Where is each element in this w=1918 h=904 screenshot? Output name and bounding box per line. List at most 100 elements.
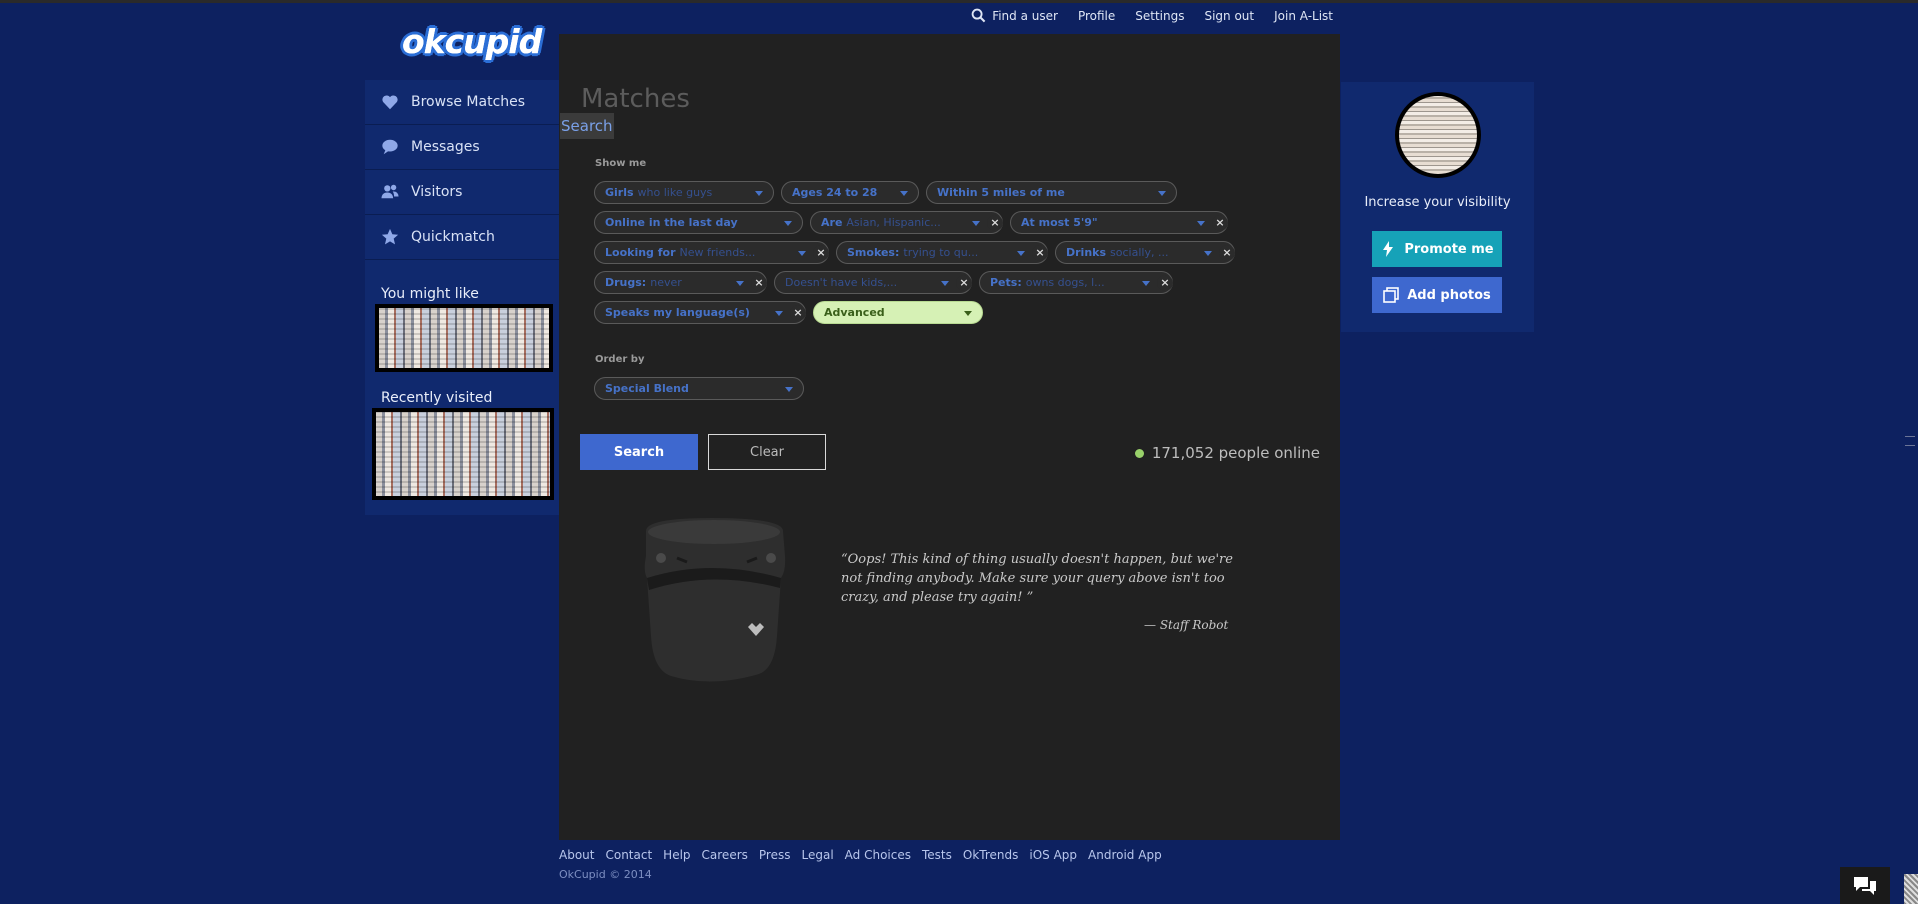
sidebar-item-label: Messages bbox=[411, 139, 480, 155]
filter-drinks[interactable]: Drinks socially, ... × bbox=[1055, 241, 1235, 264]
filter-distance[interactable]: Within 5 miles of me bbox=[926, 181, 1177, 204]
recently-visited-thumbnail[interactable] bbox=[372, 408, 554, 500]
order-by-select[interactable]: Special Blend bbox=[594, 377, 804, 400]
promote-me-label: Promote me bbox=[1404, 241, 1494, 257]
you-might-like-thumbnail[interactable] bbox=[375, 304, 553, 372]
find-user-link[interactable]: Find a user bbox=[971, 8, 1058, 23]
scrollbar-grip[interactable] bbox=[1905, 436, 1915, 446]
robot-quote: “Oops! This kind of thing usually doesn'… bbox=[841, 552, 1233, 605]
remove-filter-icon[interactable]: × bbox=[1212, 215, 1228, 231]
filter-key: Advanced bbox=[824, 306, 885, 319]
sidebar-item-browse-matches[interactable]: Browse Matches bbox=[365, 80, 559, 125]
caret-down-icon bbox=[1158, 191, 1166, 196]
filter-language[interactable]: Speaks my language(s) × bbox=[594, 301, 806, 324]
show-me-label: Show me bbox=[595, 158, 647, 169]
filter-value: Asian, Hispanic... bbox=[846, 216, 941, 229]
page-title: Matches bbox=[581, 84, 690, 114]
main-panel: Matches Search Show me Girls who like guy… bbox=[559, 34, 1340, 840]
okcupid-logo[interactable]: okcupid bbox=[402, 22, 542, 61]
footer-link-tests[interactable]: Tests bbox=[922, 848, 952, 862]
quote-author: — Staff Robot bbox=[1144, 618, 1229, 632]
footer-link-about[interactable]: About bbox=[559, 848, 594, 862]
filter-key: Drinks bbox=[1066, 246, 1107, 259]
caret-down-icon bbox=[784, 221, 792, 226]
profile-link[interactable]: Profile bbox=[1078, 9, 1115, 23]
remove-filter-icon[interactable]: × bbox=[790, 305, 806, 321]
filter-looking-for[interactable]: Looking for New friends... × bbox=[594, 241, 829, 264]
filter-key: Within 5 miles of me bbox=[937, 186, 1065, 199]
avatar[interactable] bbox=[1395, 92, 1481, 178]
promote-me-button[interactable]: Promote me bbox=[1372, 231, 1502, 267]
sign-out-link[interactable]: Sign out bbox=[1204, 9, 1254, 23]
remove-filter-icon[interactable]: × bbox=[813, 245, 829, 261]
filter-value: never bbox=[650, 276, 682, 289]
filter-row: Drugs: never × Doesn't have kids,... × Pets… bbox=[594, 271, 1294, 294]
filter-gender[interactable]: Girls who like guys bbox=[594, 181, 774, 204]
sidebar-item-messages[interactable]: Messages bbox=[365, 125, 559, 170]
caret-down-icon bbox=[775, 311, 783, 316]
settings-link[interactable]: Settings bbox=[1135, 9, 1184, 23]
filter-smokes[interactable]: Smokes: trying to qu... × bbox=[836, 241, 1048, 264]
remove-filter-icon[interactable]: × bbox=[1219, 245, 1235, 261]
caret-down-icon bbox=[972, 221, 980, 226]
filter-row: Girls who like guys Ages 24 to 28 Within … bbox=[594, 181, 1294, 204]
copyright: OkCupid © 2014 bbox=[559, 868, 652, 881]
footer-link-contact[interactable]: Contact bbox=[605, 848, 652, 862]
online-count: 171,052 people online bbox=[1151, 444, 1320, 462]
sidebar-item-visitors[interactable]: Visitors bbox=[365, 170, 559, 215]
footer-link-oktrends[interactable]: OkTrends bbox=[963, 848, 1019, 862]
sidebar-item-label: Quickmatch bbox=[411, 229, 495, 245]
profile-photos-image bbox=[376, 412, 550, 496]
advanced-filter-button[interactable]: Advanced bbox=[813, 301, 983, 324]
filter-pets[interactable]: Pets: owns dogs, l... × bbox=[979, 271, 1173, 294]
photos-icon bbox=[1383, 287, 1400, 303]
remove-filter-icon[interactable]: × bbox=[751, 275, 767, 291]
footer-link-android-app[interactable]: Android App bbox=[1088, 848, 1162, 862]
filter-age[interactable]: Ages 24 to 28 bbox=[781, 181, 919, 204]
resize-grip[interactable] bbox=[1904, 874, 1918, 904]
add-photos-button[interactable]: Add photos bbox=[1372, 277, 1502, 313]
chat-button[interactable] bbox=[1840, 867, 1890, 904]
caret-down-icon bbox=[785, 387, 793, 392]
star-icon bbox=[381, 228, 399, 245]
filter-online[interactable]: Online in the last day bbox=[594, 211, 803, 234]
search-tab[interactable]: Search bbox=[560, 113, 614, 139]
remove-filter-icon[interactable]: × bbox=[987, 215, 1003, 231]
remove-filter-icon[interactable]: × bbox=[1032, 245, 1048, 261]
order-by-label: Order by bbox=[595, 354, 645, 365]
remove-filter-icon[interactable]: × bbox=[1157, 275, 1173, 291]
footer-link-ios-app[interactable]: iOS App bbox=[1029, 848, 1077, 862]
filter-key: Girls bbox=[605, 186, 634, 199]
you-might-like-heading: You might like bbox=[381, 286, 479, 302]
search-button[interactable]: Search bbox=[580, 434, 698, 470]
caret-down-icon bbox=[941, 281, 949, 286]
sidebar-item-label: Browse Matches bbox=[411, 94, 526, 110]
filter-row: Looking for New friends... × Smokes: trying… bbox=[594, 241, 1294, 264]
footer-link-press[interactable]: Press bbox=[759, 848, 791, 862]
footer-link-ad-choices[interactable]: Ad Choices bbox=[845, 848, 911, 862]
filter-row: Online in the last day Are Asian, Hispani… bbox=[594, 211, 1294, 234]
filter-value: Doesn't have kids,... bbox=[785, 276, 898, 289]
clear-button[interactable]: Clear bbox=[708, 434, 826, 470]
remove-filter-icon[interactable]: × bbox=[956, 275, 972, 291]
online-dot-icon bbox=[1134, 448, 1144, 458]
join-alist-link[interactable]: Join A-List bbox=[1274, 9, 1333, 23]
sidebar-item-quickmatch[interactable]: Quickmatch bbox=[365, 215, 559, 260]
footer-link-careers[interactable]: Careers bbox=[702, 848, 748, 862]
increase-visibility-text: Increase your visibility bbox=[1364, 195, 1511, 210]
footer-link-legal[interactable]: Legal bbox=[801, 848, 833, 862]
filter-key: At most 5'9" bbox=[1021, 216, 1098, 229]
left-sidebar: Browse Matches Messages Visitors Quickma… bbox=[365, 80, 559, 515]
footer-link-help[interactable]: Help bbox=[663, 848, 690, 862]
sidebar-item-label: Visitors bbox=[411, 184, 463, 200]
footer-links: About Contact Help Careers Press Legal A… bbox=[559, 848, 1162, 862]
staff-robot-icon bbox=[644, 518, 786, 682]
caret-down-icon bbox=[1017, 251, 1025, 256]
lightning-icon bbox=[1383, 241, 1394, 257]
filter-ethnicity[interactable]: Are Asian, Hispanic... × bbox=[810, 211, 1003, 234]
filter-height[interactable]: At most 5'9" × bbox=[1010, 211, 1228, 234]
filter-key: Looking for bbox=[605, 246, 676, 259]
filter-drugs[interactable]: Drugs: never × bbox=[594, 271, 767, 294]
filter-kids[interactable]: Doesn't have kids,... × bbox=[774, 271, 972, 294]
filter-value: owns dogs, l... bbox=[1025, 276, 1105, 289]
